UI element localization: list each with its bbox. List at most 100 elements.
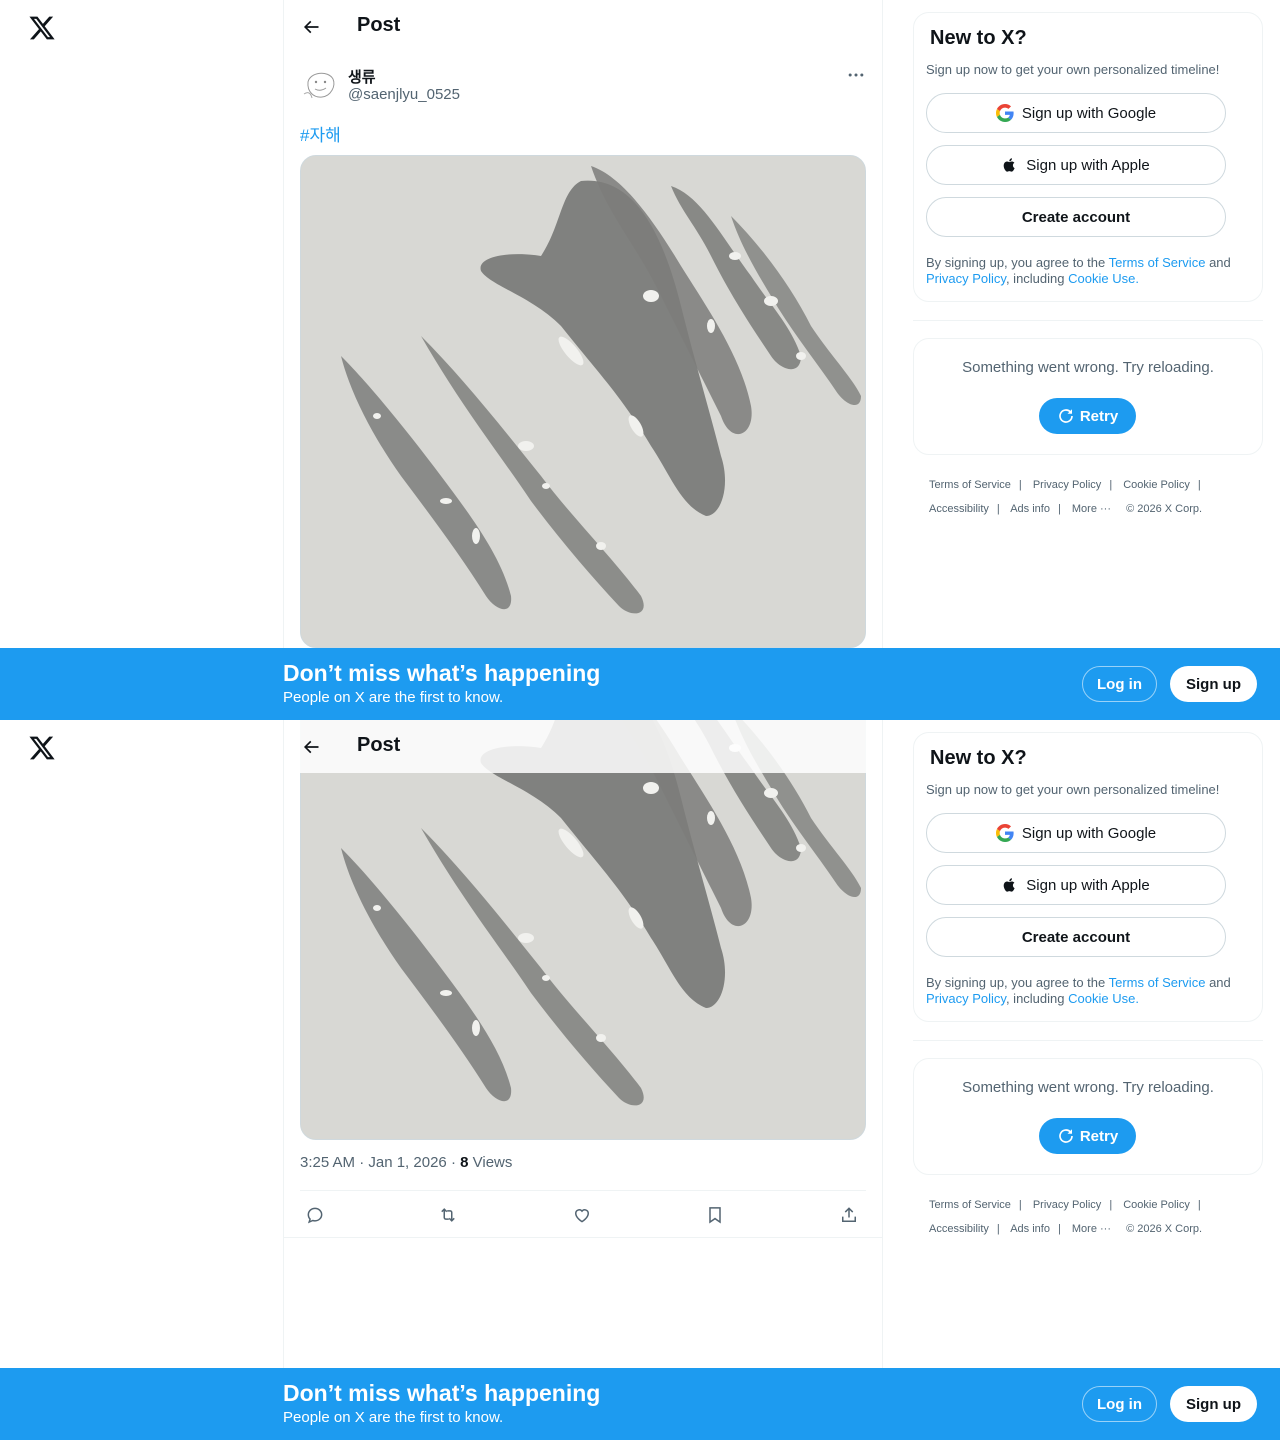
views-label: Views: [472, 1154, 513, 1171]
x-logo-icon[interactable]: [28, 14, 56, 42]
share-icon: [842, 1207, 856, 1222]
post-header: Post: [284, 0, 882, 53]
share-button[interactable]: [834, 1203, 864, 1227]
screenshot-bottom: Post 3:25 AM · Jan 1, 2026 · 8 Views New…: [0, 720, 1280, 1440]
footer-row-2: Accessibility | Ads info | More ··· © 2026…: [929, 503, 1203, 515]
footer-cookie-link[interactable]: Cookie Policy: [1123, 1199, 1190, 1211]
like-button[interactable]: [567, 1203, 597, 1227]
repost-button[interactable]: [433, 1203, 463, 1227]
footer-copyright: © 2026 X Corp.: [1126, 1223, 1203, 1235]
footer-terms-link[interactable]: Terms of Service: [929, 479, 1011, 491]
google-signup-button[interactable]: Sign up with Google: [926, 813, 1226, 853]
terms-and-text: and: [1209, 255, 1231, 270]
tweet-author: 생류 @saenjlyu_0525: [300, 64, 868, 108]
terms-text: By signing up, you agree to the: [926, 255, 1106, 270]
refresh-icon: [1059, 1129, 1073, 1143]
terms-including-text: , including: [1005, 271, 1065, 286]
actions-divider: [284, 1237, 882, 1238]
footer-privacy-link[interactable]: Privacy Policy: [1033, 1199, 1101, 1211]
apple-signup-button[interactable]: Sign up with Apple: [926, 145, 1226, 185]
like-icon: [574, 1209, 590, 1223]
banner-subtitle: People on X are the first to know.: [283, 689, 504, 706]
signup-card-title: New to X?: [930, 747, 1027, 769]
sidebar-column: New to X? Sign up now to get your own pe…: [913, 732, 1263, 1241]
more-icon: [848, 73, 864, 77]
signup-card-subtitle: Sign up now to get your own personalized…: [926, 782, 1220, 797]
tweet-actions: [300, 1190, 866, 1238]
signup-card: New to X? Sign up now to get your own pe…: [913, 12, 1263, 302]
google-signup-button[interactable]: Sign up with Google: [926, 93, 1226, 133]
footer-accessibility-link[interactable]: Accessibility: [929, 1223, 989, 1235]
signup-terms: By signing up, you agree to the Terms of…: [926, 975, 1250, 1007]
retry-label: Retry: [1079, 1127, 1119, 1145]
error-card: Something went wrong. Try reloading. Ret…: [913, 338, 1263, 455]
bookmark-button[interactable]: [700, 1203, 730, 1227]
meta-separator: ·: [450, 1154, 456, 1171]
cookie-use-link[interactable]: Cookie Use.: [1068, 991, 1139, 1006]
create-account-button[interactable]: Create account: [926, 197, 1226, 237]
footer-row-2: Accessibility | Ads info | More ··· © 2026…: [929, 1223, 1203, 1235]
tweet-timestamp[interactable]: 3:25 AM · Jan 1, 2026: [300, 1154, 447, 1171]
footer-more-link[interactable]: More ···: [1072, 503, 1111, 515]
signup-card-subtitle: Sign up now to get your own personalized…: [926, 62, 1220, 77]
repost-icon: [441, 1208, 455, 1222]
google-icon: [995, 824, 1014, 842]
signup-card: New to X? Sign up now to get your own pe…: [913, 732, 1263, 1022]
login-banner: Don’t miss what’s happening People on X …: [0, 648, 1280, 720]
google-icon: [995, 104, 1014, 122]
error-card: Something went wrong. Try reloading. Ret…: [913, 1058, 1263, 1175]
google-signup-label: Sign up with Google: [1021, 104, 1157, 122]
refresh-icon: [1059, 409, 1073, 423]
sidebar-column: New to X? Sign up now to get your own pe…: [913, 12, 1263, 521]
footer-more-link[interactable]: More ···: [1072, 1223, 1111, 1235]
banner-title: Don’t miss what’s happening: [283, 1380, 601, 1406]
footer-ads-info-link[interactable]: Ads info: [1010, 1223, 1050, 1235]
bookmark-icon: [709, 1207, 721, 1224]
login-button[interactable]: Log in: [1082, 666, 1157, 702]
sidebar-footer: Terms of Service | Privacy Policy | Cookie…: [913, 473, 1263, 521]
footer-ads-info-link[interactable]: Ads info: [1010, 503, 1050, 515]
login-button[interactable]: Log in: [1082, 1386, 1157, 1422]
signup-button[interactable]: Sign up: [1170, 1386, 1257, 1422]
apple-signup-label: Sign up with Apple: [1026, 876, 1150, 894]
footer-row-1: Terms of Service | Privacy Policy | Cookie…: [929, 479, 1201, 491]
footer-accessibility-link[interactable]: Accessibility: [929, 503, 989, 515]
signup-terms: By signing up, you agree to the Terms of…: [926, 255, 1250, 287]
hashtag-link[interactable]: #자해: [300, 121, 341, 146]
terms-text: By signing up, you agree to the: [926, 975, 1106, 990]
retry-button[interactable]: Retry: [1039, 398, 1136, 434]
apple-signup-button[interactable]: Sign up with Apple: [926, 865, 1226, 905]
media-photo: [301, 156, 865, 647]
x-logo-icon[interactable]: [28, 734, 56, 762]
terms-of-service-link[interactable]: Terms of Service: [1109, 255, 1206, 270]
footer-terms-link[interactable]: Terms of Service: [929, 1199, 1011, 1211]
apple-icon: [1003, 158, 1015, 172]
retry-button[interactable]: Retry: [1039, 1118, 1136, 1154]
signup-button[interactable]: Sign up: [1170, 666, 1257, 702]
create-account-label: Create account: [1021, 928, 1131, 946]
create-account-button[interactable]: Create account: [926, 917, 1226, 957]
banner-subtitle: People on X are the first to know.: [283, 1409, 504, 1426]
more-button[interactable]: [844, 64, 868, 86]
footer-cookie-link[interactable]: Cookie Policy: [1123, 479, 1190, 491]
avatar[interactable]: [300, 64, 340, 104]
author-name[interactable]: 생류: [348, 66, 376, 87]
tweet-media[interactable]: [300, 155, 866, 648]
back-button[interactable]: [296, 732, 326, 762]
privacy-policy-link[interactable]: Privacy Policy: [926, 271, 1006, 286]
reply-button[interactable]: [300, 1203, 330, 1227]
terms-and-text: and: [1209, 975, 1231, 990]
author-handle[interactable]: @saenjlyu_0525: [348, 86, 460, 103]
page-title: Post: [357, 14, 401, 36]
privacy-policy-link[interactable]: Privacy Policy: [926, 991, 1006, 1006]
footer-privacy-link[interactable]: Privacy Policy: [1033, 479, 1101, 491]
cookie-use-link[interactable]: Cookie Use.: [1068, 271, 1139, 286]
login-banner: Don’t miss what’s happening People on X …: [0, 1368, 1280, 1440]
sidebar-footer: Terms of Service | Privacy Policy | Cookie…: [913, 1193, 1263, 1241]
primary-column: Post 3:25 AM · Jan 1, 2026 · 8 Views: [283, 720, 883, 1440]
arrow-left-icon: [303, 20, 319, 34]
apple-icon: [1003, 878, 1015, 892]
back-button[interactable]: [296, 12, 326, 42]
terms-of-service-link[interactable]: Terms of Service: [1109, 975, 1206, 990]
tweet-media[interactable]: [300, 720, 866, 1140]
